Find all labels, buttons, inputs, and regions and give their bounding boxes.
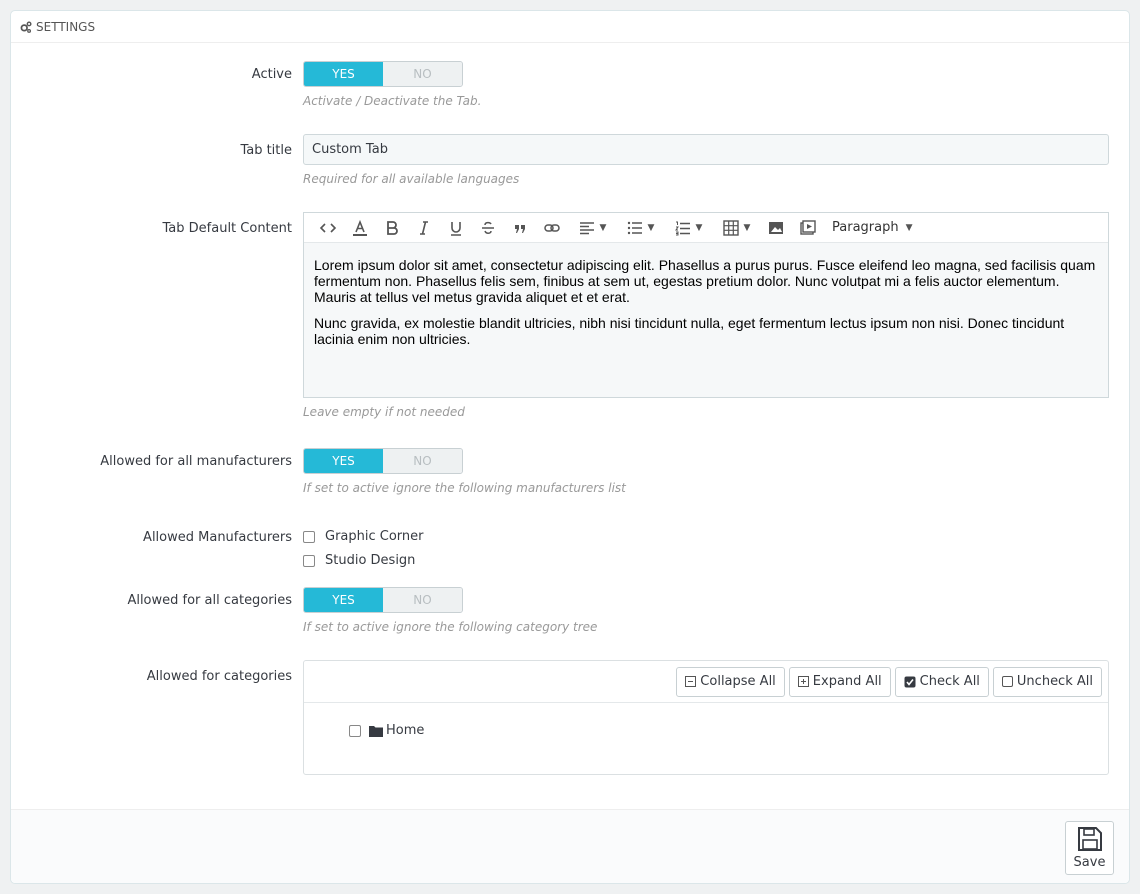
- category-tree-item[interactable]: Home: [349, 723, 424, 738]
- category-name: Home: [386, 723, 425, 738]
- video-icon: [800, 219, 816, 235]
- image-icon: [769, 221, 783, 234]
- blockquote-button[interactable]: [504, 213, 536, 243]
- editor-content[interactable]: Lorem ipsum dolor sit amet, consectetur …: [304, 243, 1108, 347]
- empty-box-icon: [1001, 676, 1013, 687]
- collapse-all-label: Collapse All: [700, 674, 776, 689]
- link-icon: [544, 223, 560, 232]
- tab-title-input[interactable]: [303, 134, 1109, 165]
- categories-label: Allowed for categories: [146, 669, 292, 684]
- active-yes[interactable]: YES: [304, 62, 383, 86]
- active-help: Activate / Deactivate the Tab.: [303, 94, 482, 108]
- image-button[interactable]: [760, 213, 792, 243]
- code-icon: [319, 222, 337, 233]
- folder-icon: [369, 725, 383, 737]
- manufacturer-name: Studio Design: [325, 553, 416, 568]
- editor-toolbar: ▼ ▼ ▼ ▼ Paragraph ▼: [304, 213, 1108, 243]
- collapse-all-button[interactable]: Collapse All: [676, 666, 785, 697]
- underline-icon: [451, 221, 461, 236]
- tab-title-help: Required for all available languages: [303, 172, 520, 186]
- bold-icon: [387, 220, 398, 235]
- bullet-caret-icon: ▼: [647, 222, 655, 233]
- text-color-button[interactable]: [344, 213, 376, 243]
- numbered-caret-icon: ▼: [695, 222, 703, 233]
- bullet-list-dropdown[interactable]: ▼: [616, 213, 664, 243]
- numbered-list-icon: [674, 221, 690, 235]
- save-label: Save: [1073, 855, 1106, 870]
- check-all-button[interactable]: Check All: [894, 666, 989, 697]
- all-categories-no[interactable]: NO: [383, 588, 462, 612]
- tab-title-label: Tab title: [240, 143, 292, 158]
- check-all-label: Check All: [919, 674, 980, 689]
- underline-button[interactable]: [440, 213, 472, 243]
- media-button[interactable]: [792, 213, 824, 243]
- uncheck-all-button[interactable]: Uncheck All: [992, 666, 1102, 697]
- category-tree: Collapse All Expand All Check All Unchec…: [303, 660, 1109, 775]
- cogs-icon: [20, 20, 32, 33]
- all-categories-label: Allowed for all categories: [127, 593, 292, 608]
- settings-panel: SETTINGS Active YES NO Activate / Deacti…: [10, 10, 1130, 884]
- expand-icon: [797, 676, 809, 687]
- all-manufacturers-label: Allowed for all manufacturers: [100, 454, 292, 469]
- format-label: Paragraph: [832, 220, 899, 235]
- active-no[interactable]: NO: [383, 62, 462, 86]
- content-label: Tab Default Content: [162, 221, 292, 236]
- table-caret-icon: ▼: [743, 222, 751, 233]
- content-paragraph-2: Nunc gravida, ex molestie blandit ultric…: [314, 315, 1065, 347]
- italic-icon: [420, 220, 428, 235]
- active-switch[interactable]: YES NO: [303, 61, 463, 87]
- save-button[interactable]: Save: [1065, 821, 1114, 875]
- align-caret-icon: ▼: [599, 222, 607, 233]
- panel-title: SETTINGS: [36, 19, 96, 34]
- manufacturer-checkbox[interactable]: [303, 530, 315, 543]
- expand-all-label: Expand All: [812, 674, 882, 689]
- format-caret-icon: ▼: [905, 222, 913, 233]
- checked-box-icon: [904, 676, 916, 687]
- uncheck-all-label: Uncheck All: [1016, 674, 1093, 689]
- font-color-icon: [353, 219, 367, 236]
- bold-button[interactable]: [376, 213, 408, 243]
- all-manufacturers-switch[interactable]: YES NO: [303, 448, 463, 474]
- italic-button[interactable]: [408, 213, 440, 243]
- quote-icon: [515, 224, 525, 233]
- manufacturer-name: Graphic Corner: [325, 529, 424, 544]
- strikethrough-icon: [482, 221, 494, 234]
- table-dropdown[interactable]: ▼: [712, 213, 760, 243]
- align-left-icon: [579, 221, 594, 234]
- numbered-list-dropdown[interactable]: ▼: [664, 213, 712, 243]
- table-icon: [722, 219, 739, 236]
- all-manufacturers-no[interactable]: NO: [383, 449, 462, 473]
- active-label: Active: [251, 67, 292, 82]
- manufacturer-checkbox[interactable]: [303, 554, 315, 567]
- expand-all-button[interactable]: Expand All: [788, 666, 891, 697]
- all-categories-help: If set to active ignore the following ca…: [303, 620, 598, 634]
- strikethrough-button[interactable]: [472, 213, 504, 243]
- format-dropdown[interactable]: Paragraph ▼: [824, 213, 921, 243]
- all-manufacturers-help: If set to active ignore the following ma…: [303, 481, 626, 495]
- source-code-button[interactable]: [312, 213, 344, 243]
- content-help: Leave empty if not needed: [303, 405, 465, 419]
- align-dropdown[interactable]: ▼: [568, 213, 616, 243]
- link-button[interactable]: [536, 213, 568, 243]
- all-manufacturers-yes[interactable]: YES: [304, 449, 383, 473]
- all-categories-yes[interactable]: YES: [304, 588, 383, 612]
- manufacturers-label: Allowed Manufacturers: [143, 530, 292, 545]
- content-paragraph-1: Lorem ipsum dolor sit amet, consectetur …: [314, 257, 1096, 305]
- rich-text-editor: ▼ ▼ ▼ ▼ Paragraph ▼ Lorem ipsum dolor si…: [303, 212, 1109, 398]
- bullet-list-icon: [627, 221, 642, 234]
- manufacturer-option[interactable]: Graphic Corner: [303, 529, 424, 544]
- collapse-icon: [685, 676, 697, 687]
- category-tree-toolbar: Collapse All Expand All Check All Unchec…: [304, 661, 1108, 703]
- panel-footer: Save: [11, 809, 1129, 883]
- manufacturer-option[interactable]: Studio Design: [303, 553, 415, 568]
- panel-heading: SETTINGS: [11, 11, 1129, 43]
- category-checkbox[interactable]: [349, 724, 361, 737]
- all-categories-switch[interactable]: YES NO: [303, 587, 463, 613]
- floppy-disk-icon: [1077, 827, 1102, 851]
